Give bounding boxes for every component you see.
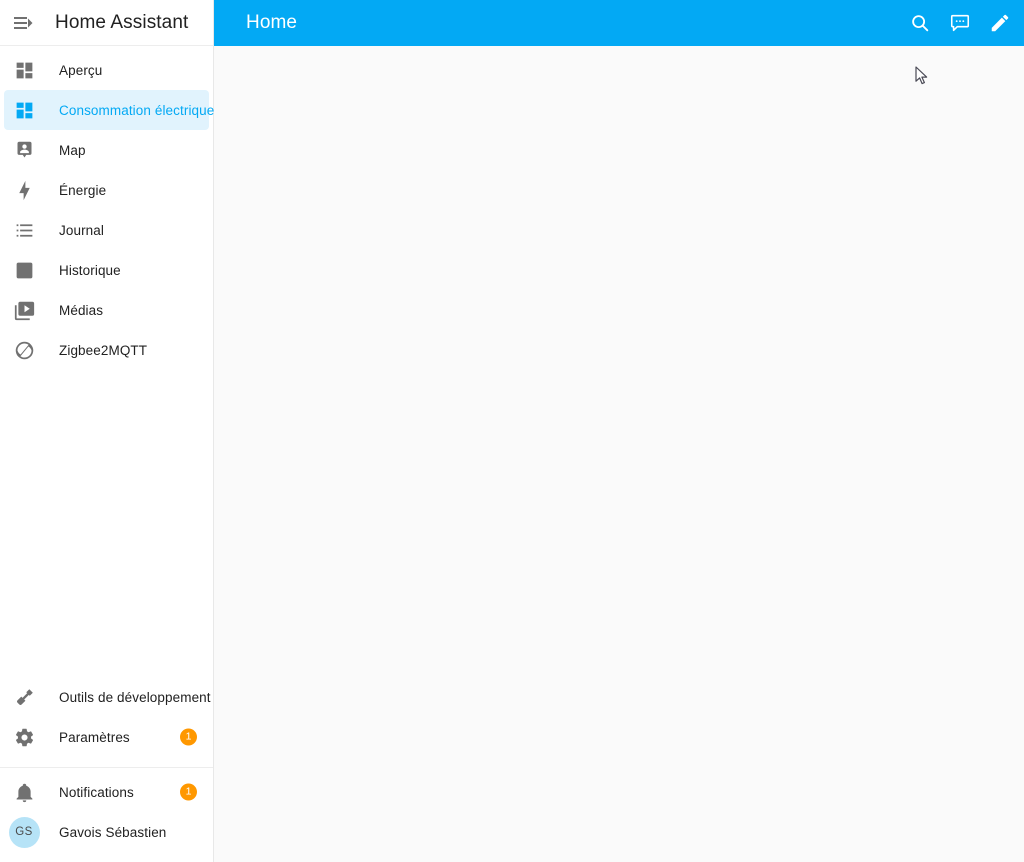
sidebar-item-notifications[interactable]: Notifications 1 xyxy=(4,772,209,812)
sidebar-item-label: Map xyxy=(59,142,86,158)
page-title: Home xyxy=(246,12,298,33)
main-area: Home xyxy=(214,0,1024,862)
avatar-initials: GS xyxy=(8,816,40,848)
bell-icon xyxy=(4,772,44,812)
avatar: GS xyxy=(4,812,44,852)
sidebar-item-label: Paramètres xyxy=(59,729,130,745)
search-icon[interactable] xyxy=(900,3,940,43)
app-title: Home Assistant xyxy=(55,11,189,33)
hammer-icon xyxy=(4,677,44,717)
sidebar-item-label: Énergie xyxy=(59,182,107,198)
sidebar-nav-footer: Notifications 1 GS Gavois Sébastien xyxy=(0,768,213,862)
play-box-multiple-icon xyxy=(4,290,44,330)
account-box-icon xyxy=(4,130,44,170)
sidebar-item-zigbee2mqtt[interactable]: Zigbee2MQTT xyxy=(4,330,209,370)
cog-icon xyxy=(4,717,44,757)
sidebar-item-historique[interactable]: Historique xyxy=(4,250,209,290)
sidebar-nav-secondary: Outils de développement Paramètres 1 xyxy=(0,677,213,763)
view-dashboard-icon xyxy=(4,90,44,130)
sidebar-item-label: Outils de développement xyxy=(59,689,211,705)
sidebar-item-map[interactable]: Map xyxy=(4,130,209,170)
status-badge: 1 xyxy=(180,728,197,746)
assist-conversation-icon[interactable] xyxy=(940,3,980,43)
sidebar-item-consommation-electrique[interactable]: Consommation électrique xyxy=(4,90,214,130)
sidebar-item-label: Notifications xyxy=(59,784,134,800)
sidebar-header: Home Assistant xyxy=(0,0,213,46)
sidebar-nav-primary: Aperçu Consommation électrique Map Énerg… xyxy=(0,46,214,370)
view-dashboard-icon xyxy=(4,50,44,90)
sidebar-item-label: Zigbee2MQTT xyxy=(59,342,148,358)
dashboard-view xyxy=(214,46,1024,862)
menu-open-icon[interactable] xyxy=(0,0,46,46)
chart-box-icon xyxy=(4,250,44,290)
sidebar-item-label: Historique xyxy=(59,262,121,278)
sidebar-item-label: Aperçu xyxy=(59,62,103,78)
app-root: Home Assistant Aperçu Consommation élect… xyxy=(0,0,1024,862)
sidebar-item-user-profile[interactable]: GS Gavois Sébastien xyxy=(4,812,209,852)
sidebar-item-label: Journal xyxy=(59,222,104,238)
sidebar-item-label: Gavois Sébastien xyxy=(59,824,167,840)
format-list-bulleted-icon xyxy=(4,210,44,250)
top-toolbar: Home xyxy=(214,0,1024,46)
sidebar-item-energie[interactable]: Énergie xyxy=(4,170,209,210)
status-badge: 1 xyxy=(180,783,197,801)
sidebar: Home Assistant Aperçu Consommation élect… xyxy=(0,0,214,862)
sidebar-item-parametres[interactable]: Paramètres 1 xyxy=(4,717,209,757)
sidebar-item-label: Médias xyxy=(59,302,104,318)
sidebar-item-outils-de-developpement[interactable]: Outils de développement xyxy=(4,677,211,717)
sidebar-item-label: Consommation électrique xyxy=(59,102,215,118)
sidebar-item-medias[interactable]: Médias xyxy=(4,290,209,330)
sidebar-item-apercu[interactable]: Aperçu xyxy=(4,50,209,90)
lightning-bolt-icon xyxy=(4,170,44,210)
pencil-icon[interactable] xyxy=(980,3,1020,43)
zigbee-icon xyxy=(4,330,44,370)
toolbar-actions xyxy=(900,3,1020,43)
sidebar-item-journal[interactable]: Journal xyxy=(4,210,209,250)
